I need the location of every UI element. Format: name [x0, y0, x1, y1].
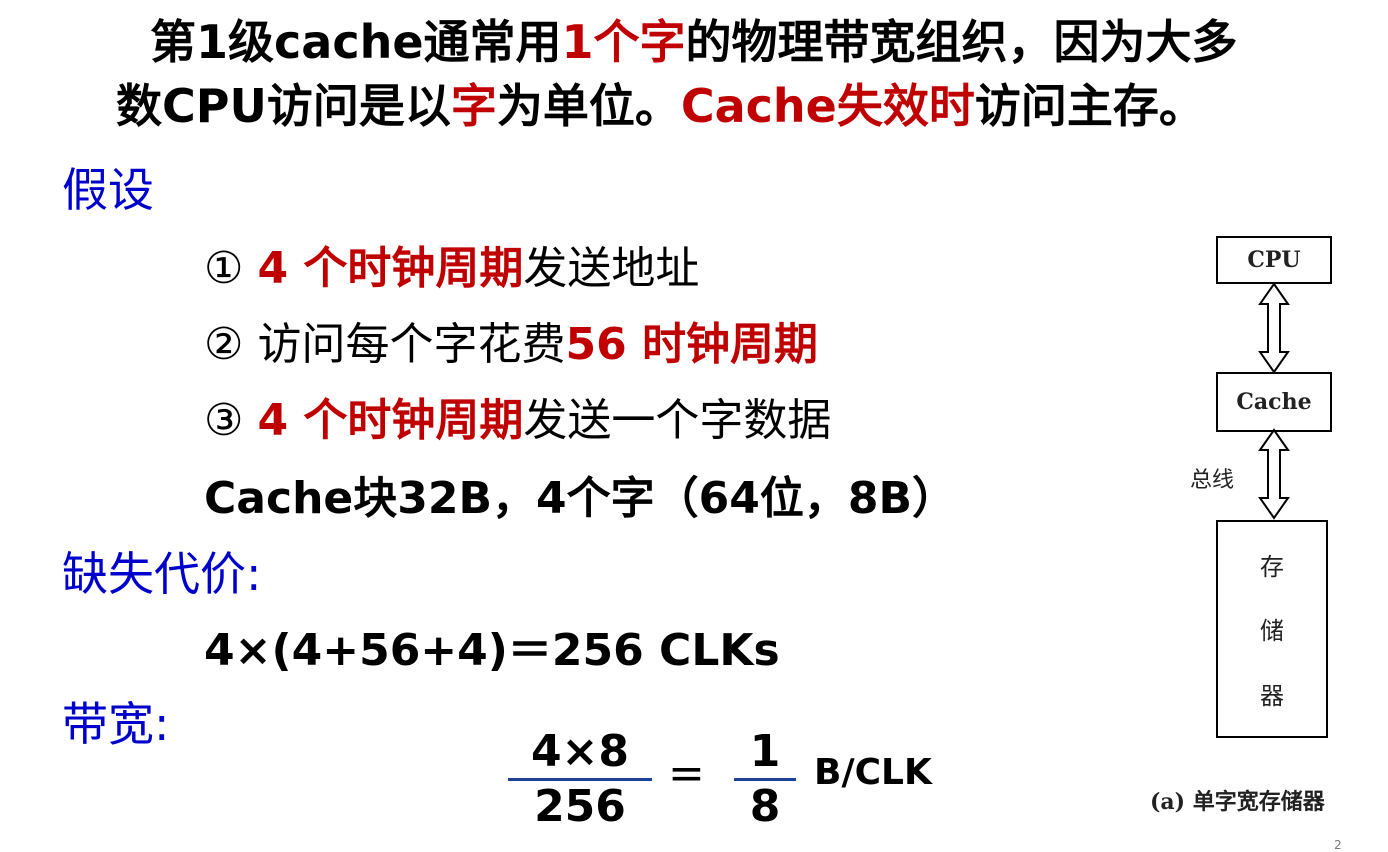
- intro-line1-seg3: 的物理带宽组织，因为大多: [685, 15, 1238, 69]
- bus-label: 总线: [1190, 468, 1235, 493]
- bandwidth-fraction-2: 1 8: [734, 730, 796, 829]
- cpu-label: CPU: [1247, 247, 1301, 273]
- bandwidth-unit: B/CLK: [814, 752, 932, 793]
- bandwidth-heading: 带宽:: [62, 697, 170, 751]
- bandwidth-fraction-1: 4×8 256: [508, 730, 652, 829]
- assume-item-2: ② 访问每个字花费56 时钟周期: [204, 308, 818, 372]
- intro-line2-seg3: 为单位。: [496, 79, 681, 133]
- cache-label: Cache: [1236, 389, 1312, 415]
- memory-char-1: 存: [1260, 552, 1284, 581]
- memory-char-3: 器: [1260, 682, 1284, 711]
- item1-red: 4 个时钟周期: [257, 243, 524, 294]
- cache-block-info: Cache块32B，4个字（64位，8B）: [204, 473, 956, 524]
- intro-line2-seg1: 数CPU访问是以: [116, 79, 451, 133]
- item2-mark: ②: [204, 319, 244, 370]
- item2-red: 56 时钟周期: [565, 319, 819, 370]
- intro-line-1: 第1级cache通常用1个字的物理带宽组织，因为大多: [150, 14, 1238, 70]
- frac1-numerator: 4×8: [530, 726, 630, 777]
- equals-sign: =: [668, 748, 705, 799]
- item2-rest: 访问每个字花费: [257, 319, 566, 370]
- assume-heading: 假设: [62, 163, 154, 217]
- memory-char-2: 储: [1260, 617, 1284, 646]
- cache-box: Cache: [1216, 372, 1332, 432]
- item3-rest: 发送一个字数据: [523, 395, 832, 446]
- frac1-denominator: 256: [534, 781, 626, 832]
- assume-item-1: ① 4 个时钟周期发送地址: [204, 232, 699, 296]
- item1-rest: 发送地址: [523, 243, 700, 294]
- item3-red: 4 个时钟周期: [257, 395, 524, 446]
- frac2-numerator: 1: [749, 726, 781, 777]
- item3-mark: ③: [204, 395, 244, 446]
- item1-mark: ①: [204, 243, 244, 294]
- cpu-cache-arrow: [1258, 282, 1290, 374]
- frac2-denominator: 8: [749, 781, 781, 832]
- intro-line-2: 数CPU访问是以字为单位。Cache失效时访问主存。: [116, 78, 1205, 134]
- miss-penalty-heading: 缺失代价:: [62, 547, 262, 601]
- memory-box: 存 储 器: [1216, 520, 1328, 738]
- diagram-caption: (a) 单字宽存储器: [1150, 789, 1325, 815]
- intro-line1-seg1: 第1级cache通常用: [150, 15, 562, 69]
- assume-item-3: ③ 4 个时钟周期发送一个字数据: [204, 384, 831, 448]
- intro-line2-seg5: 访问主存。: [974, 79, 1205, 133]
- intro-line2-seg4: Cache失效时: [680, 79, 975, 133]
- cache-memory-bus-arrow: [1258, 428, 1290, 520]
- miss-penalty-formula: 4×(4+56+4)＝256 CLKs: [204, 625, 780, 676]
- cpu-box: CPU: [1216, 236, 1332, 284]
- intro-line1-seg2: 1个字: [561, 15, 686, 69]
- page-number: 2: [1334, 838, 1342, 852]
- intro-line2-seg2: 字: [450, 79, 497, 133]
